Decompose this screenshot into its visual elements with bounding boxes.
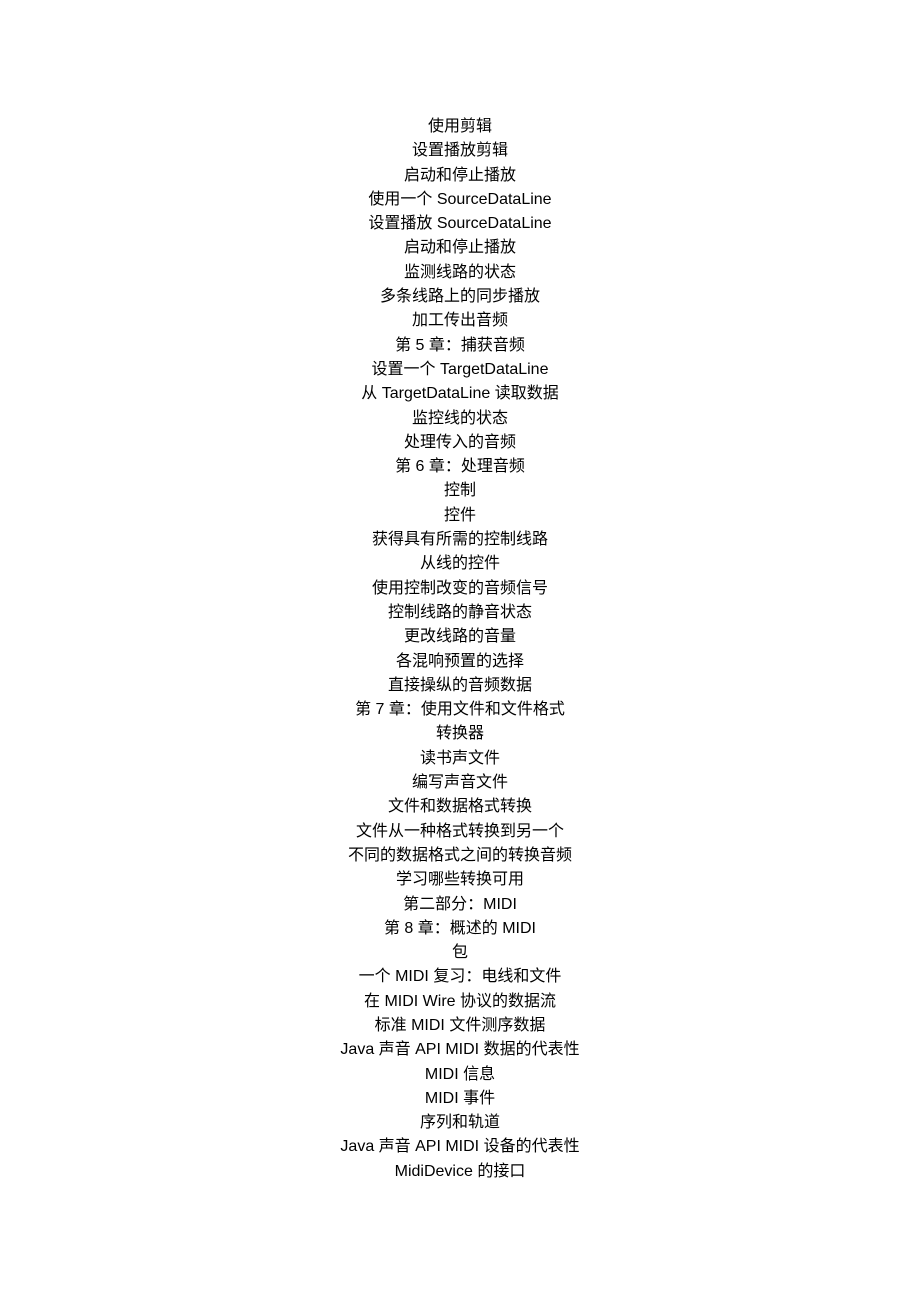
toc-line: 设置播放剪辑 xyxy=(412,139,508,163)
toc-line: 直接操纵的音频数据 xyxy=(388,674,532,698)
toc-line: 控件 xyxy=(444,504,476,528)
toc-line: 编写声音文件 xyxy=(412,771,508,795)
toc-line: 使用控制改变的音频信号 xyxy=(372,577,548,601)
toc-line: 第 7 章：使用文件和文件格式 xyxy=(355,698,565,722)
toc-line: 第 5 章：捕获音频 xyxy=(395,334,525,358)
toc-line: 读书声文件 xyxy=(420,747,500,771)
toc-line: MIDI 事件 xyxy=(425,1087,495,1111)
toc-line: 多条线路上的同步播放 xyxy=(380,285,540,309)
toc-line: 监测线路的状态 xyxy=(404,261,516,285)
toc-line: 包 xyxy=(452,941,468,965)
toc-line: Java 声音 API MIDI 设备的代表性 xyxy=(340,1135,579,1159)
toc-line: 不同的数据格式之间的转换音频 xyxy=(348,844,572,868)
toc-line: 第二部分：MIDI xyxy=(403,893,517,917)
toc-line: 监控线的状态 xyxy=(412,407,508,431)
toc-line: 转换器 xyxy=(436,722,484,746)
toc-line: 一个 MIDI 复习：电线和文件 xyxy=(359,965,562,989)
toc-line: 文件从一种格式转换到另一个 xyxy=(356,820,564,844)
toc-line: 从 TargetDataLine 读取数据 xyxy=(361,382,558,406)
toc-line: 学习哪些转换可用 xyxy=(396,868,524,892)
toc-line: 启动和停止播放 xyxy=(404,164,516,188)
toc-line: 设置播放 SourceDataLine xyxy=(368,212,551,236)
toc-line: 设置一个 TargetDataLine xyxy=(372,358,549,382)
toc-line: 从线的控件 xyxy=(420,552,500,576)
toc-line: 使用一个 SourceDataLine xyxy=(368,188,551,212)
toc-line: 启动和停止播放 xyxy=(404,236,516,260)
toc-line: 使用剪辑 xyxy=(428,115,492,139)
toc-line: 文件和数据格式转换 xyxy=(388,795,532,819)
toc-line: MidiDevice 的接口 xyxy=(395,1160,526,1184)
toc-line: 获得具有所需的控制线路 xyxy=(372,528,548,552)
toc-line: 各混响预置的选择 xyxy=(396,650,524,674)
toc-line: 第 6 章：处理音频 xyxy=(395,455,525,479)
toc-line: 序列和轨道 xyxy=(420,1111,500,1135)
toc-line: Java 声音 API MIDI 数据的代表性 xyxy=(340,1038,579,1062)
toc-line: 处理传入的音频 xyxy=(404,431,516,455)
toc-line: 控制 xyxy=(444,479,476,503)
toc-line: MIDI 信息 xyxy=(425,1063,495,1087)
toc-line: 加工传出音频 xyxy=(412,309,508,333)
toc-line: 标准 MIDI 文件测序数据 xyxy=(375,1014,546,1038)
toc-line: 更改线路的音量 xyxy=(404,625,516,649)
toc-line: 在 MIDI Wire 协议的数据流 xyxy=(364,990,556,1014)
toc-line: 控制线路的静音状态 xyxy=(388,601,532,625)
toc-line: 第 8 章：概述的 MIDI xyxy=(384,917,536,941)
